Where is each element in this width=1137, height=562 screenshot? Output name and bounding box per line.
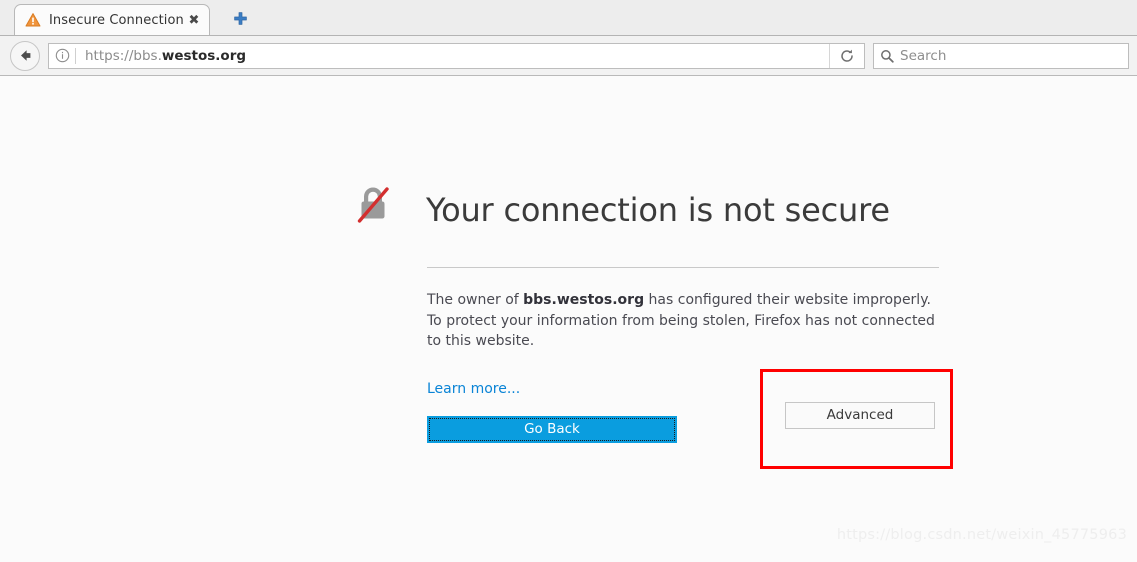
divider [427,267,939,269]
go-back-button[interactable]: Go Back [427,415,677,443]
error-body: The owner of bbs.westos.org has configur… [427,267,953,469]
broken-lock-icon [349,180,397,228]
page-content: Your connection is not secure The owner … [0,76,1137,561]
tab-strip: Insecure Connection ✖ [0,0,1137,36]
reload-button[interactable] [829,43,864,68]
back-button[interactable] [10,40,40,71]
page-title: Your connection is not secure [426,191,890,230]
reload-icon [841,49,853,62]
search-input[interactable]: Search [900,48,946,64]
warning-triangle-icon [25,12,41,28]
back-arrow-icon [20,50,30,61]
error-header: Your connection is not secure [349,168,949,251]
new-tab-button[interactable] [228,8,252,30]
search-bar[interactable]: Search [873,42,1129,69]
info-circle-icon[interactable] [49,48,75,63]
close-icon[interactable]: ✖ [185,11,203,29]
url-domain: westos.org [161,47,247,64]
error-domain: bbs.westos.org [523,292,645,309]
search-icon [874,49,900,63]
plus-icon [233,11,247,25]
navigation-toolbar: https://bbs.westos.org Search [0,36,1137,76]
learn-more-link[interactable]: Learn more... [427,381,520,397]
url-text[interactable]: https://bbs.westos.org [76,48,829,64]
url-prefix: https://bbs. [85,47,162,64]
error-text-part1: The owner of [427,292,524,309]
button-row: Go Back Advanced [427,368,953,469]
address-bar[interactable]: https://bbs.westos.org [48,42,865,69]
advanced-button[interactable]: Advanced [785,401,935,429]
watermark: https://blog.csdn.net/weixin_45775963 [836,527,1127,543]
error-description: The owner of bbs.westos.org has configur… [427,290,937,352]
browser-tab[interactable]: Insecure Connection ✖ [14,4,210,35]
error-page: Your connection is not secure The owner … [349,168,953,469]
browser-window: Insecure Connection ✖ https://bbs.westos… [0,0,1137,562]
tab-title: Insecure Connection [49,12,184,28]
